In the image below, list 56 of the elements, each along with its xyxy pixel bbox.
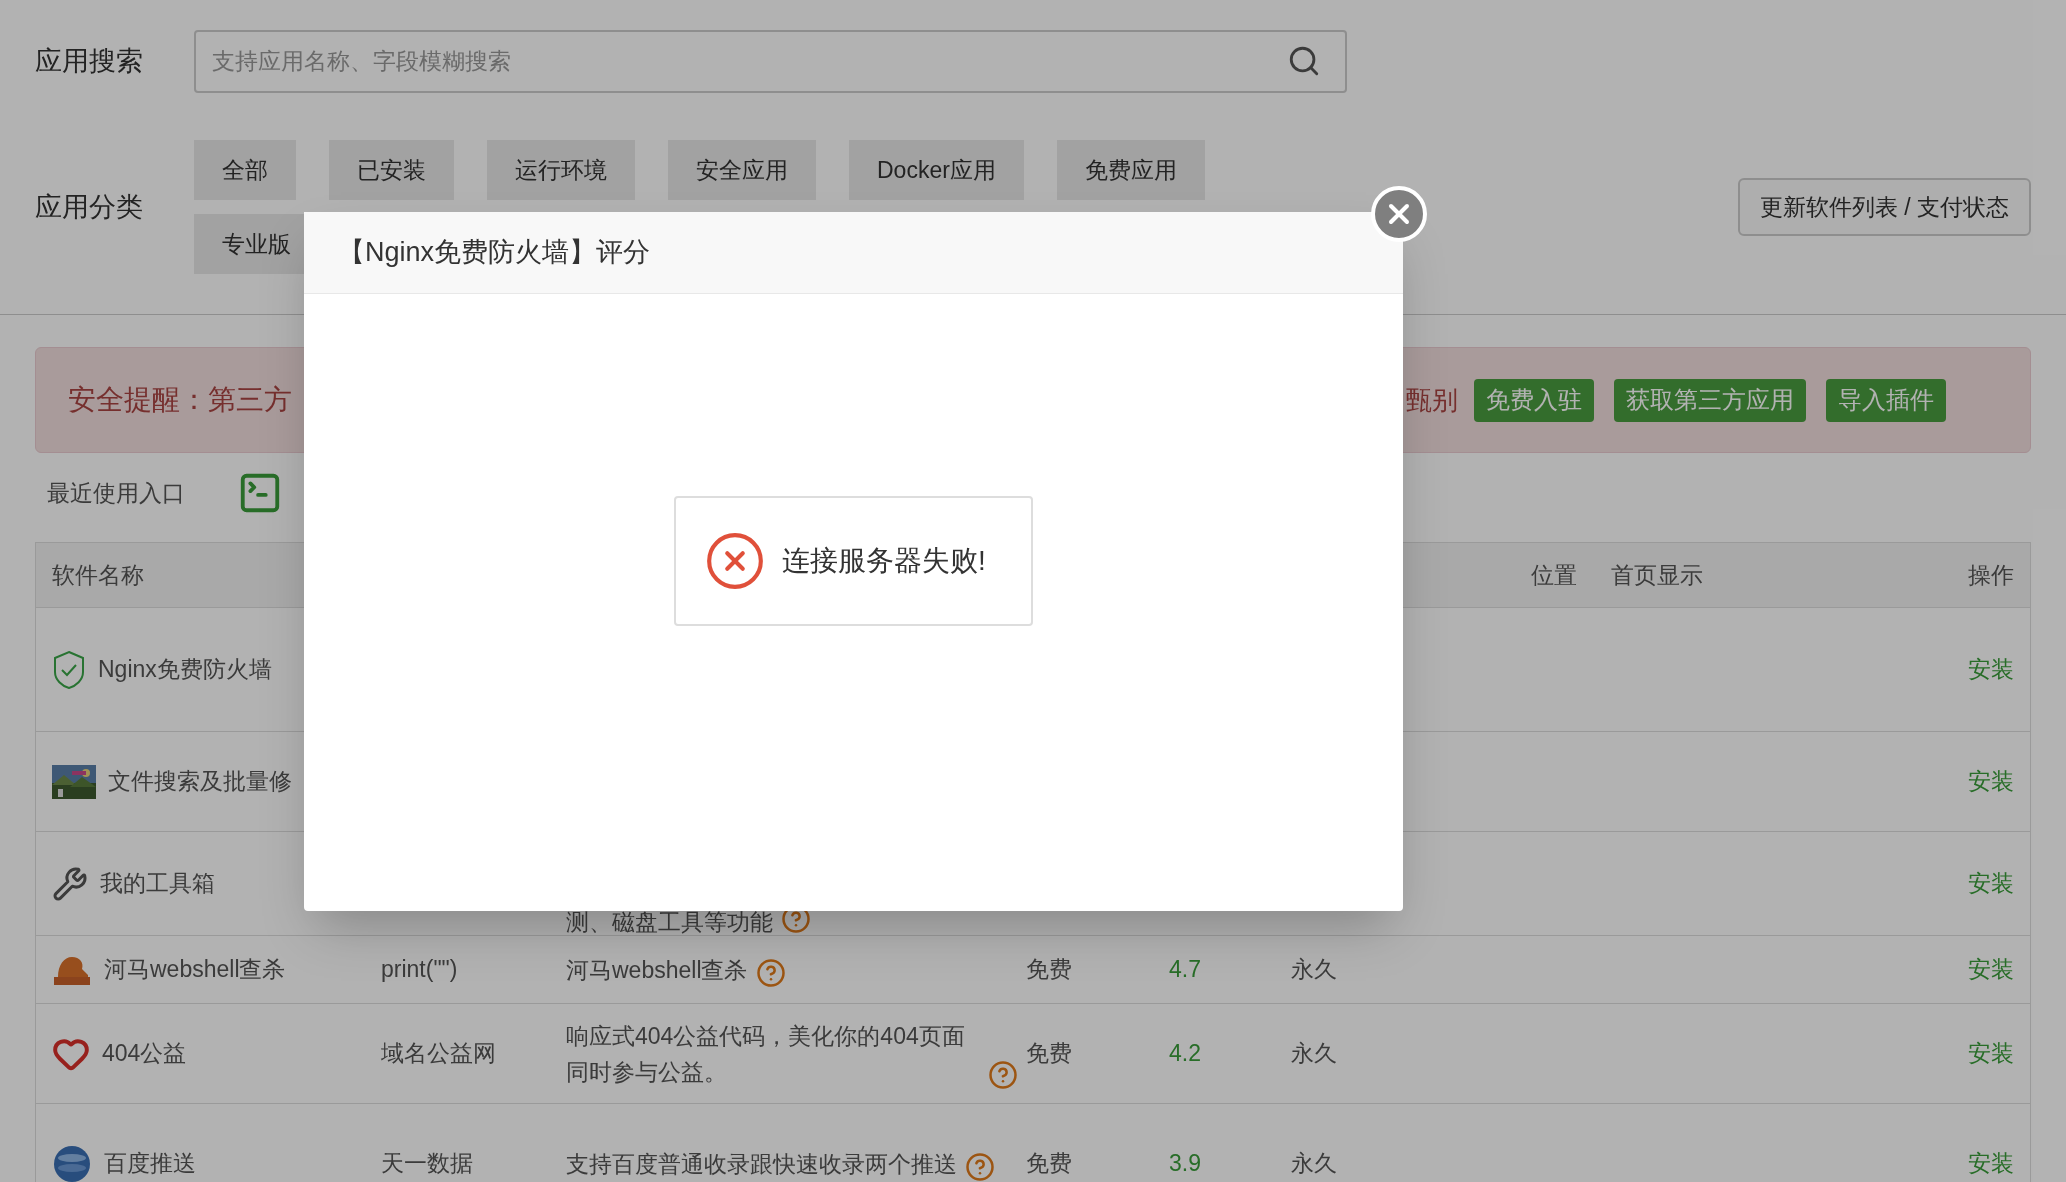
column-header: 操作 xyxy=(1967,560,2015,590)
price-cell: 免费 xyxy=(1026,1040,1072,1067)
wrench-icon xyxy=(52,865,88,902)
alert-text: 甄别 xyxy=(1406,383,1458,417)
score-cell: 3.9 xyxy=(1169,1150,1201,1177)
update-button[interactable]: 更新软件列表 / 支付状态 xyxy=(1737,178,2031,236)
app-description: 测、磁盘工具等功能 xyxy=(566,910,773,934)
error-icon xyxy=(704,530,766,592)
category-button[interactable]: Docker应用 xyxy=(849,140,1024,200)
install-link[interactable]: 安装 xyxy=(1968,1150,2014,1177)
app-description: 支持百度普通收录跟快速收录两个推送 xyxy=(566,1149,957,1179)
expire-cell: 永久 xyxy=(1291,1150,1337,1177)
price-cell: 免费 xyxy=(1026,1150,1072,1177)
alert-button[interactable]: 获取第三方应用 xyxy=(1614,378,1806,422)
expire-cell: 永久 xyxy=(1291,956,1337,983)
app-name: 百度推送 xyxy=(104,1149,196,1179)
search-label: 应用搜索 xyxy=(35,45,144,79)
app-name: 我的工具箱 xyxy=(100,869,215,899)
developer-cell: 域名公益网 xyxy=(381,1040,496,1067)
column-header: 软件名称 xyxy=(51,560,145,590)
install-link[interactable]: 安装 xyxy=(1968,1040,2014,1067)
app-name: 河马webshell查杀 xyxy=(104,955,286,985)
close-button[interactable] xyxy=(1371,186,1427,242)
app-name: 文件搜索及批量修 xyxy=(108,767,292,797)
category-button[interactable]: 全部 xyxy=(194,140,296,200)
install-link[interactable]: 安装 xyxy=(1968,768,2014,795)
column-header: 首页显示 xyxy=(1611,560,1704,590)
category-button[interactable]: 免费应用 xyxy=(1056,140,1205,200)
column-header: 位置 xyxy=(1531,560,1578,590)
recent-label: 最近使用入口 xyxy=(47,478,185,508)
category-button[interactable]: 安全应用 xyxy=(668,140,816,200)
app-name: Nginx免费防火墙 xyxy=(98,655,272,685)
search-icon[interactable] xyxy=(1287,44,1321,78)
app-description: 响应式404公益代码，美化你的404页面同时参与公益。 xyxy=(566,1021,966,1087)
install-link[interactable]: 安装 xyxy=(1968,956,2014,983)
modal-title: 【Nginx免费防火墙】评分 xyxy=(338,236,651,270)
expire-cell: 永久 xyxy=(1291,1040,1337,1067)
category-button[interactable]: 运行环境 xyxy=(487,140,635,200)
category-label: 应用分类 xyxy=(35,190,144,224)
category-button[interactable]: 已安装 xyxy=(329,140,454,200)
alert-button[interactable]: 免费入驻 xyxy=(1474,378,1594,422)
search-field[interactable]: 支持应用名称、字段模糊搜索 xyxy=(194,30,1347,93)
disk-icon xyxy=(52,1143,92,1182)
error-message: 连接服务器失败! xyxy=(782,544,986,578)
score-cell: 4.7 xyxy=(1169,956,1201,983)
app-description: 河马webshell查杀 xyxy=(566,955,748,985)
app-name: 404公益 xyxy=(102,1039,187,1069)
shield-icon xyxy=(52,649,86,690)
score-cell: 4.2 xyxy=(1169,1040,1201,1067)
alert-button[interactable]: 导入插件 xyxy=(1826,378,1946,422)
developer-cell: 天一数据 xyxy=(381,1150,473,1177)
install-link[interactable]: 安装 xyxy=(1968,870,2014,897)
developer-cell: print("") xyxy=(381,956,458,983)
price-cell: 免费 xyxy=(1026,956,1072,983)
alert-text: 安全提醒：第三方 xyxy=(68,383,292,417)
install-link[interactable]: 安装 xyxy=(1968,656,2014,683)
